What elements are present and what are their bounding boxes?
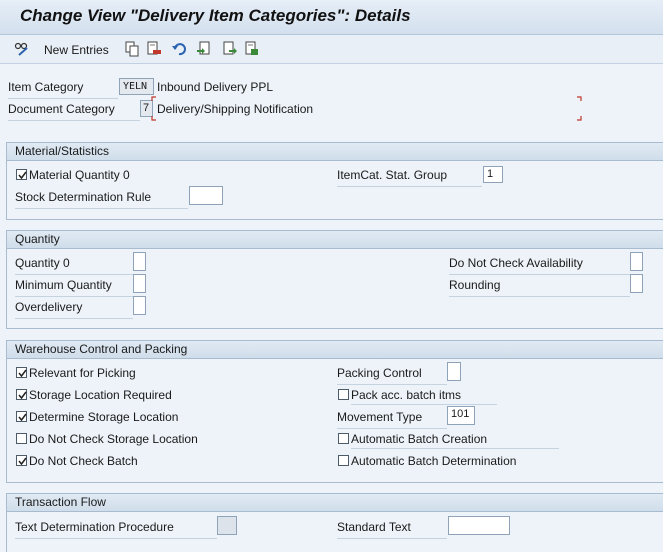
undo-icon[interactable] [171, 41, 187, 57]
section-title: Quantity [7, 231, 663, 249]
rounding-label: Rounding [449, 277, 630, 297]
automatic-batch-creation-checkbox[interactable] [338, 433, 349, 444]
do-not-check-storage-location-checkbox[interactable] [16, 433, 27, 444]
packing-control-label: Packing Control [337, 365, 447, 385]
movement-type-field[interactable]: 101 [447, 406, 475, 425]
bracket-right-icon [577, 96, 582, 121]
quantity-0-field[interactable] [133, 252, 146, 271]
material-quantity-0-checkbox[interactable] [16, 169, 27, 180]
checkmark-icon [18, 369, 27, 378]
overdelivery-field[interactable] [133, 296, 146, 315]
overdelivery-label: Overdelivery [15, 299, 133, 319]
copy-icon[interactable] [124, 41, 140, 57]
determine-storage-location-checkbox[interactable] [16, 411, 27, 422]
item-category-label: Item Category [8, 79, 118, 99]
automatic-batch-determination-label: Automatic Batch Determination [351, 454, 517, 468]
section-title: Material/Statistics [7, 143, 663, 161]
minimum-quantity-field[interactable] [133, 274, 146, 293]
section-title: Transaction Flow [7, 494, 663, 512]
do-not-check-availability-label: Do Not Check Availability [449, 255, 630, 275]
application-toolbar: New Entries [0, 35, 663, 64]
checkmark-icon [18, 413, 27, 422]
edit-glasses-icon[interactable] [14, 41, 30, 57]
movement-type-label: Movement Type [337, 409, 447, 429]
automatic-batch-determination-checkbox[interactable] [338, 455, 349, 466]
text-determination-procedure-label: Text Determination Procedure [15, 519, 217, 539]
relevant-for-picking-checkbox[interactable] [16, 367, 27, 378]
standard-text-label: Standard Text [337, 519, 447, 539]
title-bar: Change View "Delivery Item Categories": … [0, 0, 663, 35]
checkmark-icon [18, 171, 27, 180]
material-quantity-0-label: Material Quantity 0 [29, 168, 130, 182]
do-not-check-batch-checkbox[interactable] [16, 455, 27, 466]
relevant-for-picking-label: Relevant for Picking [29, 366, 136, 380]
itemcat-stat-group-label: ItemCat. Stat. Group [337, 167, 482, 187]
checkmark-icon [18, 391, 27, 400]
delete-icon[interactable] [146, 41, 162, 57]
storage-location-required-label: Storage Location Required [29, 388, 172, 402]
stock-determination-rule-field[interactable] [189, 186, 223, 205]
pack-acc-batch-itms-checkbox[interactable] [338, 389, 349, 400]
document-category-label: Document Category [8, 101, 140, 121]
automatic-batch-creation-label: Automatic Batch Creation [351, 431, 559, 449]
standard-text-field[interactable] [448, 516, 510, 535]
storage-location-required-checkbox[interactable] [16, 389, 27, 400]
next-entry-icon[interactable] [244, 41, 260, 57]
pack-acc-batch-itms-label: Pack acc. batch itms [351, 387, 497, 405]
do-not-check-availability-field[interactable] [630, 252, 643, 271]
bracket-left-icon [151, 96, 156, 121]
document-category-description: Delivery/Shipping Notification [157, 102, 314, 116]
section-title: Warehouse Control and Packing [7, 341, 663, 359]
do-not-check-storage-location-label: Do Not Check Storage Location [29, 432, 198, 446]
text-determination-procedure-field[interactable] [217, 516, 237, 535]
select-all-icon[interactable] [196, 41, 212, 57]
stock-determination-rule-label: Stock Determination Rule [15, 189, 188, 209]
quantity-0-label: Quantity 0 [15, 255, 133, 275]
do-not-check-batch-label: Do Not Check Batch [29, 454, 138, 468]
window-title: Change View "Delivery Item Categories": … [20, 6, 411, 25]
item-category-field[interactable]: YELN [119, 78, 154, 95]
packing-control-field[interactable] [447, 362, 461, 381]
itemcat-stat-group-field[interactable]: 1 [483, 166, 503, 183]
item-category-description: Inbound Delivery PPL [157, 80, 274, 94]
minimum-quantity-label: Minimum Quantity [15, 277, 133, 297]
previous-entry-icon[interactable] [222, 41, 238, 57]
new-entries-button[interactable]: New Entries [44, 43, 109, 57]
checkmark-icon [18, 457, 27, 466]
rounding-field[interactable] [630, 274, 643, 293]
determine-storage-location-label: Determine Storage Location [29, 410, 179, 424]
